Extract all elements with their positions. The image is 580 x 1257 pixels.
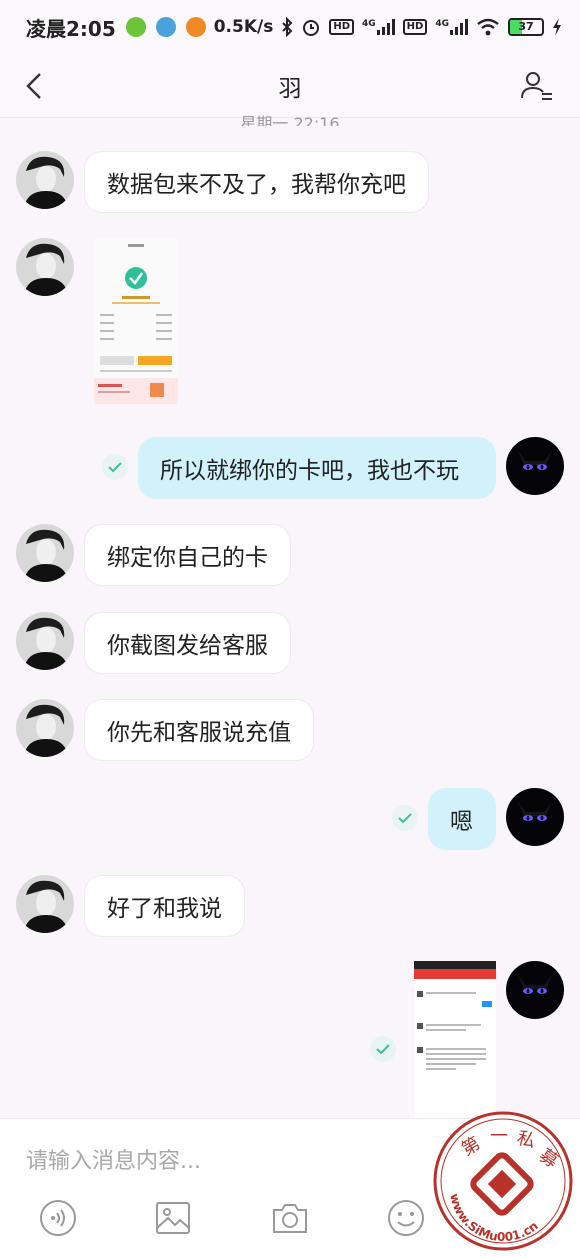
contact-avatar-image xyxy=(16,875,74,933)
status-right: 0.5K/s HD 4G HD 4G 37 xyxy=(214,17,562,37)
user-menu-icon xyxy=(521,72,552,100)
message-text: 好了和我说 xyxy=(107,896,222,922)
app-notification-icon xyxy=(155,17,176,37)
image-message-sent[interactable] xyxy=(414,961,496,1118)
net-label-2: 4G xyxy=(435,19,449,29)
battery-level: 37 xyxy=(518,20,534,33)
watermark-seal: 第 一 私 募 www.SiMu001.cn xyxy=(432,1110,574,1252)
status-left: 凌晨2:05 xyxy=(26,13,206,42)
message-text: 数据包来不及了，我帮你充吧 xyxy=(107,172,406,198)
message-text: 嗯 xyxy=(450,809,473,835)
emoji-icon xyxy=(388,1200,424,1236)
net-speed: 0.5K/s xyxy=(213,17,274,37)
payment-screenshot-thumbnail xyxy=(94,238,178,404)
emoji-button[interactable] xyxy=(386,1198,426,1238)
black-cat-avatar-image xyxy=(506,788,564,846)
chevron-left-icon xyxy=(26,73,41,99)
message-bubble-received[interactable]: 你先和客服说充值 xyxy=(84,699,314,761)
read-check-icon xyxy=(102,454,128,480)
camera-button[interactable] xyxy=(270,1198,310,1238)
message-text: 绑定你自己的卡 xyxy=(107,545,268,571)
alarm-icon xyxy=(303,20,320,36)
message-text: 你先和客服说充值 xyxy=(107,720,291,746)
back-button[interactable] xyxy=(16,68,52,104)
app-notification-icon-2 xyxy=(185,17,206,37)
wechat-notification-icon xyxy=(125,17,146,37)
contact-avatar[interactable] xyxy=(16,699,74,757)
black-cat-avatar-image xyxy=(506,437,564,495)
message-bubble-received[interactable]: 好了和我说 xyxy=(84,875,245,937)
image-icon xyxy=(156,1202,190,1234)
contact-avatar-image xyxy=(16,612,74,670)
black-cat-avatar-image xyxy=(506,961,564,1019)
signal-2: 4G xyxy=(435,19,468,35)
my-avatar[interactable] xyxy=(506,437,564,495)
message-timestamp: 星期一 22:16 xyxy=(240,114,340,126)
watermark-logo: 第 一 私 募 www.SiMu001.cn xyxy=(433,1111,573,1251)
message-bubble-sent[interactable]: 嗯 xyxy=(428,788,496,850)
contact-avatar[interactable] xyxy=(16,875,74,933)
read-check-icon xyxy=(370,1036,396,1062)
my-avatar[interactable] xyxy=(506,788,564,846)
chat-header: 羽 xyxy=(0,54,580,118)
voice-icon xyxy=(40,1200,76,1236)
voice-button[interactable] xyxy=(38,1198,78,1238)
image-message-received[interactable] xyxy=(94,238,178,404)
battery-indicator: 37 xyxy=(508,18,544,36)
net-label-1: 4G xyxy=(362,19,376,29)
camera-icon xyxy=(273,1204,307,1233)
watermark-char-2: 一 xyxy=(490,1126,508,1147)
message-bubble-sent[interactable]: 所以就绑你的卡吧，我也不玩 xyxy=(138,437,496,499)
contact-avatar-image xyxy=(16,524,74,582)
hd-badge-2: HD xyxy=(402,19,428,35)
my-avatar[interactable] xyxy=(506,961,564,1019)
contact-avatar-image xyxy=(16,151,74,209)
contact-avatar-image xyxy=(16,238,74,296)
message-bubble-received[interactable]: 你截图发给客服 xyxy=(84,612,291,674)
message-bubble-received[interactable]: 数据包来不及了，我帮你充吧 xyxy=(84,151,429,213)
message-text: 你截图发给客服 xyxy=(107,633,268,659)
contact-avatar[interactable] xyxy=(16,524,74,582)
wifi-icon xyxy=(477,18,499,36)
status-time: 凌晨2:05 xyxy=(26,16,116,41)
contact-avatar[interactable] xyxy=(16,151,74,209)
bluetooth-icon xyxy=(282,17,293,37)
hd-badge-1: HD xyxy=(329,19,355,35)
chat-title: 羽 xyxy=(278,75,302,102)
contact-avatar-image xyxy=(16,699,74,757)
contact-avatar[interactable] xyxy=(16,612,74,670)
contact-avatar[interactable] xyxy=(16,238,74,296)
contact-profile-button[interactable] xyxy=(520,68,556,104)
read-check-icon xyxy=(392,805,418,831)
message-bubble-received[interactable]: 绑定你自己的卡 xyxy=(84,524,291,586)
charging-icon xyxy=(553,18,561,36)
signal-1: 4G xyxy=(362,19,395,35)
image-button[interactable] xyxy=(153,1198,193,1238)
customer-service-screenshot-thumbnail xyxy=(414,961,496,1118)
message-text: 所以就绑你的卡吧，我也不玩 xyxy=(160,458,459,484)
status-bar: 凌晨2:05 0.5K/s HD 4G HD 4G 37 xyxy=(0,0,580,54)
